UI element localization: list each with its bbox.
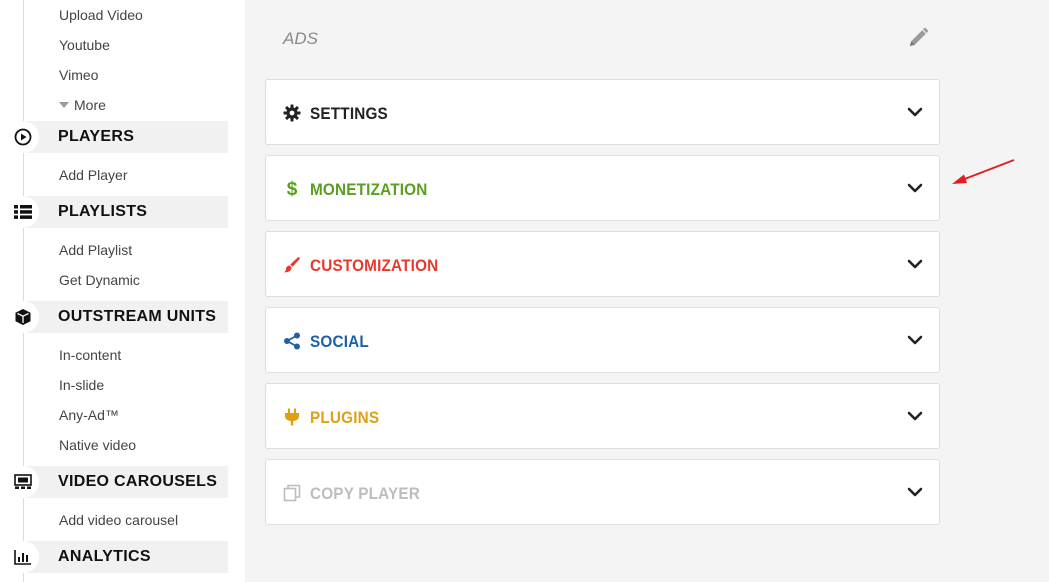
sidebar-item-vimeo[interactable]: Vimeo	[59, 67, 98, 83]
panel-label: SOCIAL	[310, 332, 369, 351]
sidebar-section-title: PLAYERS	[58, 128, 135, 145]
sidebar-item-in-slide[interactable]: In-slide	[59, 377, 104, 393]
chevron-down-icon	[907, 485, 923, 503]
sidebar-section-players[interactable]: PLAYERS	[0, 121, 228, 153]
sidebar-section-video-carousels[interactable]: VIDEO CAROUSELS	[0, 466, 228, 498]
sidebar: Upload Video Youtube Vimeo More PLAYERS …	[0, 0, 245, 582]
panel-label: PLUGINS	[310, 408, 380, 427]
sidebar-item-add-playlist[interactable]: Add Playlist	[59, 242, 132, 258]
panel-label: MONETIZATION	[310, 180, 428, 199]
page-title: ADS	[283, 29, 318, 48]
sidebar-more-toggle[interactable]: More	[59, 97, 106, 113]
sidebar-item-in-content[interactable]: In-content	[59, 347, 121, 363]
chevron-down-icon	[907, 333, 923, 351]
share-icon	[282, 331, 302, 351]
panel-label: COPY PLAYER	[310, 484, 420, 503]
sidebar-item-add-video-carousel[interactable]: Add video carousel	[59, 512, 178, 528]
settings-panel[interactable]: SETTINGS	[265, 79, 940, 145]
list-icon	[7, 196, 39, 228]
chevron-down-icon	[907, 105, 923, 123]
copy-icon	[282, 483, 302, 503]
sidebar-section-analytics[interactable]: ANALYTICS	[0, 541, 228, 573]
panel-label: SETTINGS	[310, 104, 388, 123]
copy-player-panel[interactable]: COPY PLAYER	[265, 459, 940, 525]
cube-icon	[7, 301, 39, 333]
gear-icon	[282, 103, 302, 123]
sidebar-item-native-video[interactable]: Native video	[59, 437, 136, 453]
sidebar-section-playlists[interactable]: PLAYLISTS	[0, 196, 228, 228]
chevron-down-icon	[907, 181, 923, 199]
chevron-down-icon	[907, 409, 923, 427]
social-panel[interactable]: SOCIAL	[265, 307, 940, 373]
sidebar-item-youtube[interactable]: Youtube	[59, 37, 110, 53]
carousel-icon	[7, 466, 39, 498]
chevron-down-icon	[907, 257, 923, 275]
sidebar-item-get-dynamic[interactable]: Get Dynamic	[59, 272, 140, 288]
pencil-icon[interactable]	[906, 26, 930, 55]
paint-brush-icon	[282, 255, 302, 275]
sidebar-item-upload-video[interactable]: Upload Video	[59, 7, 143, 23]
red-arrow-icon	[948, 156, 1018, 193]
sidebar-section-title: PLAYLISTS	[58, 203, 148, 220]
dollar-icon: $	[286, 178, 298, 200]
sidebar-section-title: OUTSTREAM UNITS	[58, 308, 217, 325]
sidebar-item-add-player[interactable]: Add Player	[59, 167, 127, 183]
plug-icon	[282, 407, 302, 427]
caret-down-icon	[59, 102, 69, 108]
more-label: More	[74, 97, 106, 113]
panel-label: CUSTOMIZATION	[310, 256, 439, 275]
sidebar-section-outstream-units[interactable]: OUTSTREAM UNITS	[0, 301, 228, 333]
monetization-panel[interactable]: $ MONETIZATION	[265, 155, 940, 221]
sidebar-item-any-ad[interactable]: Any-Ad™	[59, 407, 119, 423]
customization-panel[interactable]: CUSTOMIZATION	[265, 231, 940, 297]
bar-chart-icon	[7, 541, 39, 573]
plugins-panel[interactable]: PLUGINS	[265, 383, 940, 449]
play-circle-icon	[7, 121, 39, 153]
sidebar-section-title: VIDEO CAROUSELS	[58, 473, 218, 490]
sidebar-section-title: ANALYTICS	[58, 548, 151, 565]
